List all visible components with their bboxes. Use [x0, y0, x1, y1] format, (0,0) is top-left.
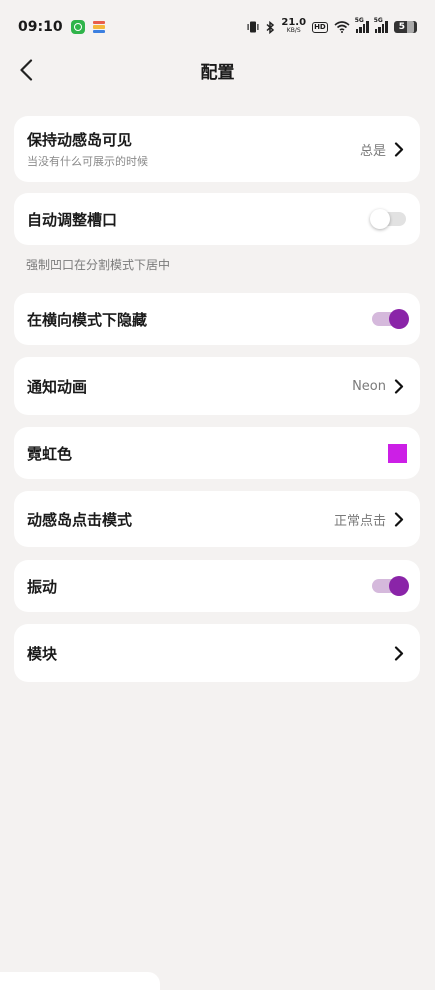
- neon-color-label: 霓虹色: [27, 444, 73, 463]
- signal-1-label: 5G: [354, 17, 364, 24]
- signal-2-label: 5G: [373, 17, 383, 24]
- vibration-toggle[interactable]: [372, 574, 409, 598]
- keep-island-visible-value: 总是: [359, 143, 386, 159]
- toggle-knob: [389, 576, 409, 596]
- status-right: 21.0 KB/S HD 5G 5G 5: [246, 17, 417, 35]
- modules-label: 模块: [27, 644, 58, 663]
- battery-level: 5: [398, 22, 405, 32]
- bluetooth-icon: [266, 20, 275, 34]
- notch-hint: 强制凹口在分割模式下居中: [26, 258, 171, 272]
- keep-island-visible-label: 保持动感岛可见: [27, 131, 133, 149]
- vibration-label: 振动: [27, 577, 58, 596]
- toggle-knob: [389, 309, 409, 329]
- net-speed-unit: KB/S: [286, 27, 301, 34]
- neon-color-swatch[interactable]: [388, 443, 407, 463]
- auto-adjust-notch-toggle[interactable]: [370, 207, 406, 231]
- status-left: 09:10: [18, 19, 105, 35]
- island-click-mode-value: 正常点击: [333, 513, 386, 529]
- vibrate-icon: [247, 21, 259, 33]
- chevron-left-icon: [20, 59, 33, 81]
- net-speed: 21.0 KB/S: [281, 17, 307, 35]
- hd-badge: HD: [312, 21, 328, 33]
- toggle-knob: [370, 209, 390, 229]
- chevron-right-icon: [392, 378, 406, 394]
- chevron-right-icon: [392, 645, 406, 661]
- header: 配置: [0, 48, 435, 92]
- status-time: 09:10: [18, 19, 63, 35]
- chevron-right-icon: [392, 511, 406, 527]
- keep-island-visible-row[interactable]: 保持动感岛可见 当没有什么可展示的时候 总是: [14, 116, 420, 182]
- page-title: 配置: [200, 62, 235, 83]
- auto-adjust-notch-row: 自动调整槽口: [14, 193, 420, 245]
- hide-landscape-label: 在横向模式下隐藏: [27, 310, 148, 329]
- notification-animation-row[interactable]: 通知动画 Neon: [14, 357, 420, 415]
- notification-animation-value: Neon: [352, 378, 386, 394]
- auto-adjust-notch-label: 自动调整槽口: [27, 210, 118, 229]
- island-click-mode-label: 动感岛点击模式: [27, 510, 133, 529]
- stack-app-icon: [92, 21, 105, 33]
- shield-app-icon: [70, 20, 85, 34]
- wifi-icon: [334, 21, 350, 33]
- notification-animation-label: 通知动画: [27, 377, 88, 396]
- back-button[interactable]: [14, 54, 38, 86]
- bottom-sheet-edge: [0, 972, 160, 990]
- battery-icon: 5: [393, 21, 417, 33]
- keep-island-visible-sub: 当没有什么可展示的时候: [27, 155, 148, 168]
- hide-landscape-row: 在横向模式下隐藏: [14, 293, 420, 345]
- net-speed-value: 21.0: [281, 17, 307, 28]
- vibration-row: 振动: [14, 560, 420, 612]
- chevron-right-icon: [392, 141, 406, 157]
- signal-2-icon: 5G: [374, 17, 388, 33]
- neon-color-row[interactable]: 霓虹色: [14, 427, 420, 479]
- status-bar: 09:10 21.0 KB/S HD 5G 5G 5: [0, 0, 435, 54]
- island-click-mode-row[interactable]: 动感岛点击模式 正常点击: [14, 491, 420, 547]
- modules-row[interactable]: 模块: [14, 624, 420, 682]
- hide-landscape-toggle[interactable]: [372, 307, 409, 331]
- signal-1-icon: 5G: [355, 17, 369, 33]
